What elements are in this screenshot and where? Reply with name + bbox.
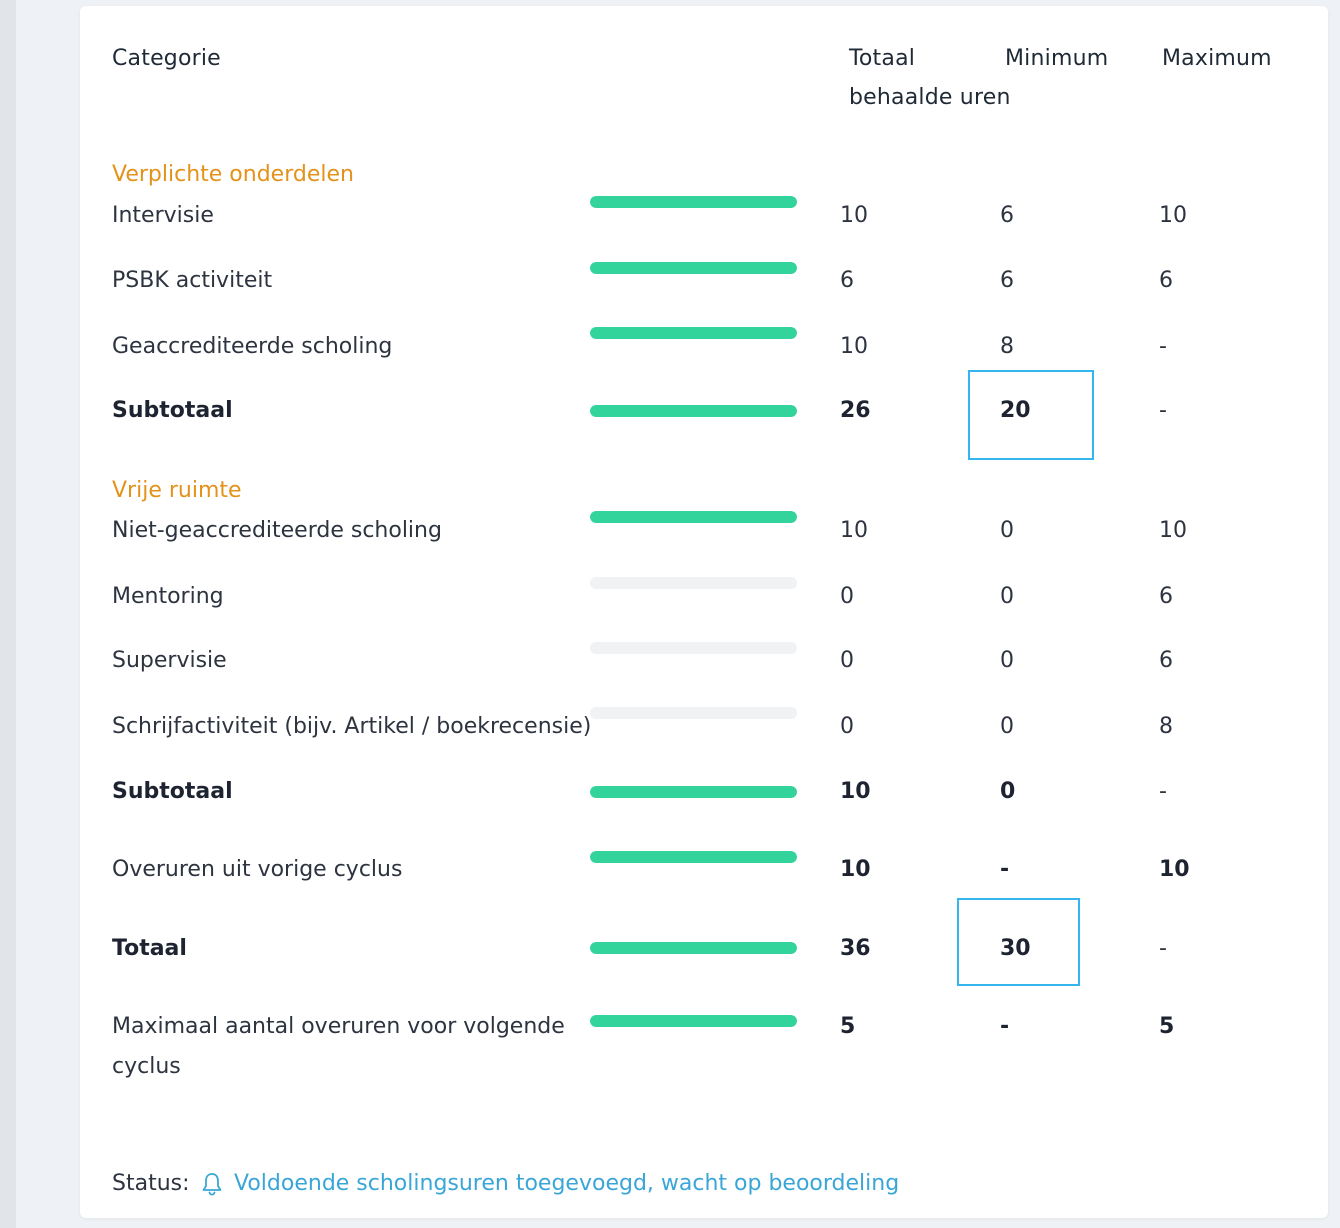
row-min-psbk: 6 [1000,268,1014,293]
row-label-niet-geaccrediteerde: Niet-geaccrediteerde scholing [112,518,442,543]
row-total-subtotal-mandatory: 26 [840,398,871,423]
row-min-supervisie: 0 [1000,648,1014,673]
header-maximum: Maximum [1162,46,1272,71]
row-min-intervisie: 6 [1000,203,1014,228]
section-title-mandatory: Verplichte onderdelen [112,162,354,187]
row-total-intervisie: 10 [840,203,868,228]
row-label-geaccrediteerde: Geaccrediteerde scholing [112,334,393,359]
row-min-max-overtime: - [1000,1014,1010,1039]
progress-bar-mentoring [590,577,797,589]
row-min-geaccrediteerde: 8 [1000,334,1014,359]
header-category: Categorie [112,46,221,71]
row-total-supervisie: 0 [840,648,854,673]
row-total-subtotal-free: 10 [840,779,871,804]
progress-bar-psbk [590,262,797,274]
row-total-max-overtime: 5 [840,1014,856,1039]
progress-fill [590,786,797,798]
progress-bar-intervisie [590,196,797,208]
progress-bar-niet-geaccrediteerde [590,511,797,523]
progress-bar-schrijfactiviteit [590,707,797,719]
progress-bar-subtotal-free [590,786,797,798]
row-label-grand-total: Totaal [112,936,187,961]
progress-bar-subtotal-mandatory [590,405,797,417]
row-min-niet-geaccrediteerde: 0 [1000,518,1014,543]
progress-bar-grand-total [590,942,797,954]
row-max-mentoring: 6 [1159,584,1173,609]
row-total-geaccrediteerde: 10 [840,334,868,359]
row-max-psbk: 6 [1159,268,1173,293]
row-total-schrijfactiviteit: 0 [840,714,854,739]
progress-fill [590,851,797,863]
header-minimum: Minimum [1005,46,1109,71]
row-label-psbk: PSBK activiteit [112,268,273,293]
progress-fill [590,327,797,339]
highlight-box-subtotal-minimum [968,370,1094,460]
row-max-max-overtime: 5 [1159,1014,1175,1039]
row-min-subtotal-mandatory: 20 [1000,398,1031,423]
row-label-overtime: Overuren uit vorige cyclus [112,857,403,882]
row-min-subtotal-free: 0 [1000,779,1016,804]
progress-fill [590,511,797,523]
row-total-grand-total: 36 [840,936,871,961]
row-label-subtotal-free: Subtotaal [112,779,233,804]
row-min-mentoring: 0 [1000,584,1014,609]
row-min-schrijfactiviteit: 0 [1000,714,1014,739]
row-label-max-overtime-line2: cyclus [112,1054,181,1079]
left-gutter [0,0,16,1228]
row-label-subtotal-mandatory: Subtotaal [112,398,233,423]
row-total-niet-geaccrediteerde: 10 [840,518,868,543]
progress-bar-max-overtime [590,1015,797,1027]
section-title-free-space: Vrije ruimte [112,478,242,503]
status-label: Status: [112,1171,190,1196]
progress-bar-overtime [590,851,797,863]
row-max-grand-total: - [1159,936,1167,961]
row-total-mentoring: 0 [840,584,854,609]
row-min-overtime: - [1000,857,1010,882]
bell-icon [200,1171,224,1197]
header-total-line1: Totaal [849,46,916,71]
row-label-intervisie: Intervisie [112,203,214,228]
progress-fill [590,262,797,274]
row-max-overtime: 10 [1159,857,1190,882]
progress-bar-geaccrediteerde [590,327,797,339]
row-label-max-overtime-line1: Maximaal aantal overuren voor volgende [112,1014,565,1039]
progress-fill [590,405,797,417]
row-max-geaccrediteerde: - [1159,334,1167,359]
row-label-schrijfactiviteit: Schrijfactiviteit (bijv. Artikel / boekr… [112,714,592,739]
row-max-supervisie: 6 [1159,648,1173,673]
row-total-psbk: 6 [840,268,854,293]
row-max-subtotal-free: - [1159,779,1167,804]
progress-fill [590,1015,797,1027]
progress-fill [590,196,797,208]
row-max-subtotal-mandatory: - [1159,398,1167,423]
row-total-overtime: 10 [840,857,871,882]
row-max-niet-geaccrediteerde: 10 [1159,518,1187,543]
row-label-supervisie: Supervisie [112,648,227,673]
row-label-mentoring: Mentoring [112,584,224,609]
progress-bar-supervisie [590,642,797,654]
row-max-schrijfactiviteit: 8 [1159,714,1173,739]
row-min-grand-total: 30 [1000,936,1031,961]
status-message: Voldoende scholingsuren toegevoegd, wach… [234,1171,900,1196]
progress-fill [590,942,797,954]
row-max-intervisie: 10 [1159,203,1187,228]
bell-icon-svg [202,1173,222,1196]
header-total-line2: behaalde uren [849,85,1011,110]
